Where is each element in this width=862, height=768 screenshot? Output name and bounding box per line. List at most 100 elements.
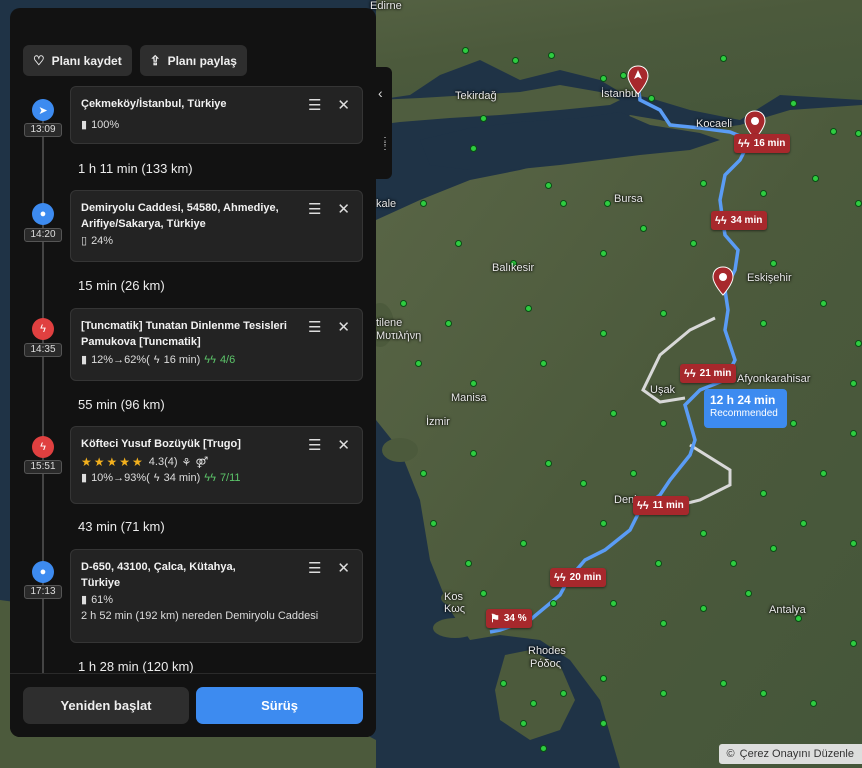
close-icon[interactable]: ✕ [337,96,350,114]
charger-dot[interactable] [730,560,737,567]
close-icon[interactable]: ✕ [337,318,350,336]
charger-dot[interactable] [760,190,767,197]
charger-dot[interactable] [420,470,427,477]
charger-dot[interactable] [770,260,777,267]
charger-dot[interactable] [560,690,567,697]
charge-stop-badge[interactable]: ϟϟ 11 min [633,496,689,515]
charger-dot[interactable] [720,55,727,62]
cookie-settings-button[interactable]: © Çerez Onayını Düzenle [718,744,862,764]
charger-dot[interactable] [415,360,422,367]
charger-dot[interactable] [600,75,607,82]
charger-dot[interactable] [700,605,707,612]
stop-card[interactable]: Demiryolu Caddesi, 54580, Ahmediye, Arif… [70,190,363,262]
destination-badge[interactable]: ⚑ 34 % [486,609,532,628]
charger-dot[interactable] [610,410,617,417]
charger-dot[interactable] [480,115,487,122]
stop-card[interactable]: Köfteci Yusuf Bozüyük [Trugo] ★★★★★ 4.3(… [70,426,363,504]
charger-dot[interactable] [480,590,487,597]
charger-dot[interactable] [660,620,667,627]
close-icon[interactable]: ✕ [337,436,350,454]
save-plan-button[interactable]: ♡ Planı kaydet [23,45,132,76]
charger-dot[interactable] [820,300,827,307]
charger-dot[interactable] [462,47,469,54]
charger-dot[interactable] [580,480,587,487]
charger-dot[interactable] [470,145,477,152]
charger-dot[interactable] [720,680,727,687]
charger-dot[interactable] [604,200,611,207]
charger-dot[interactable] [760,690,767,697]
charger-dot[interactable] [690,240,697,247]
settings-sliders-icon[interactable]: ☰ [308,318,321,336]
charger-dot[interactable] [812,175,819,182]
charger-dot[interactable] [700,530,707,537]
settings-sliders-icon[interactable]: ☰ [308,559,321,577]
charger-dot[interactable] [660,690,667,697]
charger-dot[interactable] [560,200,567,207]
charger-dot[interactable] [600,720,607,727]
charger-dot[interactable] [850,380,857,387]
settings-sliders-icon[interactable]: ☰ [308,200,321,218]
chevron-left-icon[interactable]: ‹ [378,85,383,101]
charger-dot[interactable] [548,52,555,59]
charger-dot[interactable] [470,380,477,387]
charger-dot[interactable] [630,470,637,477]
charger-dot[interactable] [655,560,662,567]
charger-dot[interactable] [470,450,477,457]
stop-card[interactable]: D-650, 43100, Çalca, Kütahya, Türkiye ▮ 6… [70,549,363,643]
settings-sliders-icon[interactable]: ☰ [308,96,321,114]
charger-dot[interactable] [600,520,607,527]
route-summary-box[interactable]: 12 h 24 min Recommended [704,389,787,428]
charger-dot[interactable] [660,310,667,317]
settings-sliders-icon[interactable]: ☰ [308,436,321,454]
charger-dot[interactable] [540,360,547,367]
drag-grip-icon[interactable]: ⋮ ⋮ [380,137,390,152]
charger-dot[interactable] [520,720,527,727]
charger-dot[interactable] [800,520,807,527]
charger-dot[interactable] [600,675,607,682]
start-marker-icon[interactable] [627,65,649,95]
charger-dot[interactable] [455,240,462,247]
charger-dot[interactable] [600,250,607,257]
charger-dot[interactable] [600,330,607,337]
charger-dot[interactable] [700,180,707,187]
charger-dot[interactable] [648,95,655,102]
charger-dot[interactable] [520,540,527,547]
charger-dot[interactable] [850,430,857,437]
stop-card[interactable]: [Tuncmatik] Tunatan Dinlenme Tesisleri P… [70,308,363,381]
charger-dot[interactable] [850,540,857,547]
charger-dot[interactable] [545,182,552,189]
charger-dot[interactable] [500,680,507,687]
charger-dot[interactable] [540,745,547,752]
close-icon[interactable]: ✕ [337,200,350,218]
charger-dot[interactable] [760,490,767,497]
charge-stop-badge[interactable]: ϟϟ 21 min [680,364,737,383]
share-plan-button[interactable]: ⇪ Planı paylaş [139,45,247,76]
charger-dot[interactable] [810,700,817,707]
charger-dot[interactable] [770,545,777,552]
charger-dot[interactable] [830,128,837,135]
charger-dot[interactable] [525,305,532,312]
charger-dot[interactable] [550,600,557,607]
charger-dot[interactable] [445,320,452,327]
charger-dot[interactable] [855,130,862,137]
charger-dot[interactable] [855,200,862,207]
close-icon[interactable]: ✕ [337,559,350,577]
charger-dot[interactable] [420,200,427,207]
panel-collapse-handle[interactable]: ‹ ⋮ ⋮ [376,67,392,179]
charger-dot[interactable] [430,520,437,527]
charge-stop-badge[interactable]: ϟϟ 16 min [734,134,791,153]
charger-dot[interactable] [850,640,857,647]
charger-dot[interactable] [820,470,827,477]
charger-dot[interactable] [795,615,802,622]
charger-dot[interactable] [545,460,552,467]
charger-dot[interactable] [530,700,537,707]
charger-dot[interactable] [855,340,862,347]
charger-dot[interactable] [790,100,797,107]
charge-stop-badge[interactable]: ϟϟ 20 min [550,568,607,587]
charger-dot[interactable] [745,590,752,597]
charger-dot[interactable] [790,420,797,427]
charger-dot[interactable] [610,600,617,607]
restart-button[interactable]: Yeniden başlat [23,687,189,724]
charger-dot[interactable] [400,300,407,307]
charger-dot[interactable] [465,560,472,567]
